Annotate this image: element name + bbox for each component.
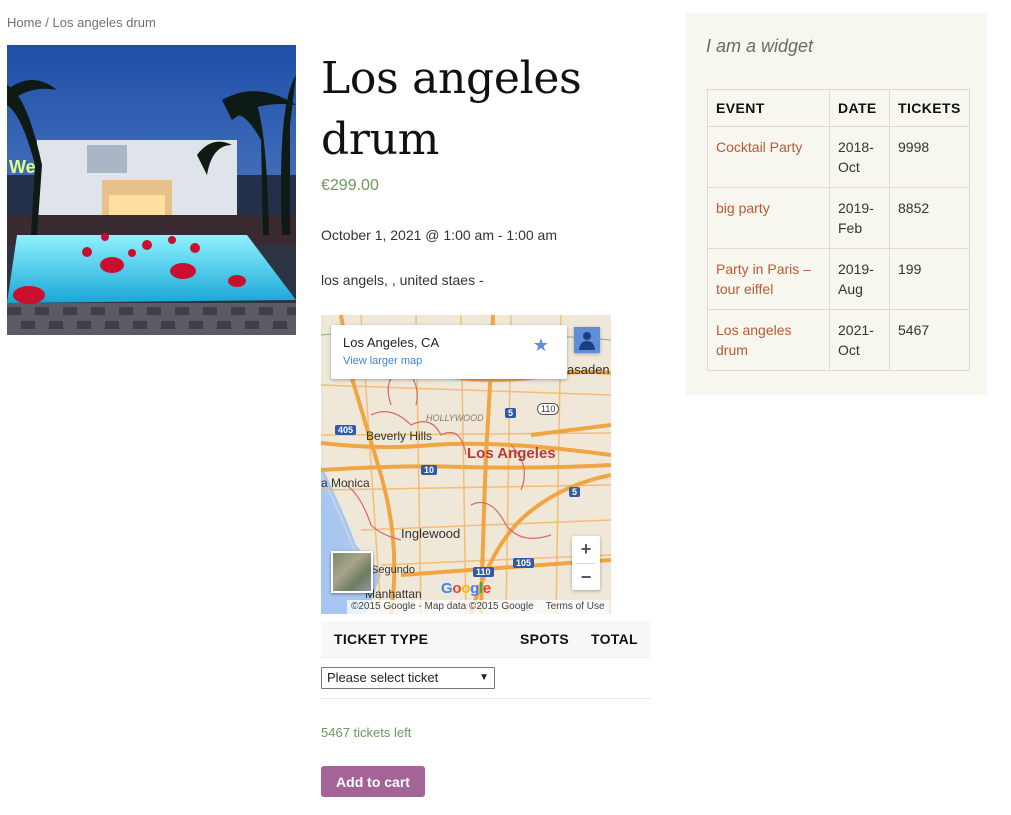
add-to-cart-button[interactable]: Add to cart (321, 766, 425, 797)
ticket-table: TICKET TYPE SPOTS TOTAL Please select ti… (321, 621, 650, 699)
breadcrumb-current: Los angeles drum (52, 15, 156, 30)
date-month: Feb (838, 220, 863, 236)
street-view-pegman-icon[interactable] (574, 327, 600, 353)
table-row: big party 2019- Feb 8852 (707, 187, 970, 249)
event-cell: Cocktail Party (707, 126, 830, 188)
event-name-line-2: tour eiffel (716, 281, 774, 297)
date-year: 2019- (838, 261, 874, 277)
breadcrumb-separator: / (41, 15, 53, 30)
date-cell: 2019- Aug (829, 248, 890, 310)
date-cell: 2019- Feb (829, 187, 890, 249)
col-total: TOTAL (591, 631, 638, 647)
map-data-attribution: ©2015 Google - Map data ©2015 Google (351, 601, 534, 612)
event-date: October 1, 2021 @ 1:00 am - 1:00 am (321, 227, 558, 243)
product-title: Los angeles drum (321, 48, 651, 170)
svg-text:We: We (9, 157, 36, 177)
event-link-cocktail-party[interactable]: Cocktail Party (716, 139, 802, 155)
events-table-header: EVENT DATE TICKETS (707, 89, 970, 127)
map-label-city: Los Angeles (467, 445, 556, 462)
event-link-party-in-paris[interactable]: Party in Paris – tour eiffel (716, 261, 811, 297)
product-price: €299.00 (321, 177, 379, 194)
map-label-manhattan: Manhattan (365, 587, 422, 601)
google-logo-letter: o (452, 580, 462, 597)
tickets-cell: 5467 (889, 309, 970, 371)
map-shield-r110: 110 (537, 403, 560, 415)
ticket-row: Please select ticket ▼ (321, 658, 650, 699)
map-label-hollywood: HOLLYWOOD (426, 413, 484, 423)
map-zoom-control: + − (572, 536, 600, 590)
terms-of-use-link[interactable]: Terms of Use (546, 601, 605, 612)
col-event: EVENT (707, 89, 830, 127)
google-logo-letter: e (482, 580, 491, 597)
product-summary: Los angeles drum €299.00 October 1, 2021… (321, 48, 651, 288)
google-map[interactable]: Los Angeles Beverly Hills HOLLYWOOD a Mo… (321, 315, 611, 614)
satellite-view-toggle[interactable] (331, 551, 373, 593)
col-tickets: TICKETS (889, 89, 970, 127)
breadcrumb-home-link[interactable]: Home (7, 15, 42, 30)
table-row: Party in Paris – tour eiffel 2019- Aug 199 (707, 248, 970, 310)
date-month: Aug (838, 281, 863, 297)
event-cell: Los angeles drum (707, 309, 830, 371)
pool-party-photo: We (7, 45, 296, 335)
product-title-line-2: drum (321, 114, 440, 165)
google-logo-letter: g (470, 580, 479, 597)
ticket-type-select[interactable]: Please select ticket ▼ (321, 667, 495, 689)
map-place-name: Los Angeles, CA (343, 335, 440, 350)
event-name-line-2: drum (716, 342, 748, 358)
google-logo: Google (441, 580, 491, 597)
map-label-santa-monica: a Monica (321, 476, 370, 490)
map-label-pasadena: asaden (567, 362, 610, 377)
table-row: Cocktail Party 2018- Oct 9998 (707, 126, 970, 188)
tickets-cell: 9998 (889, 126, 970, 188)
map-label-inglewood: Inglewood (401, 526, 461, 541)
map-shield-405: 405 (335, 425, 357, 435)
map-shield-5a: 5 (505, 408, 517, 418)
col-ticket-type: TICKET TYPE (334, 631, 429, 647)
date-cell: 2021- Oct (829, 309, 890, 371)
tickets-left: 5467 tickets left (321, 725, 412, 740)
map-shield-5b: 5 (569, 487, 581, 497)
map-label-segundo: Segundo (371, 564, 416, 576)
breadcrumb: Home / Los angeles drum (7, 15, 156, 30)
map-place-card: Los Angeles, CA View larger map ★ (331, 325, 567, 379)
google-logo-letter: o (461, 580, 471, 597)
sidebar-widget: I am a widget EVENT DATE TICKETS Cocktai… (686, 13, 987, 395)
table-row: Los angeles drum 2021- Oct 5467 (707, 309, 970, 371)
event-cell: big party (707, 187, 830, 249)
product-image[interactable]: We (7, 45, 296, 335)
dropdown-caret-icon: ▼ (479, 672, 489, 683)
event-name-line-1: Party in Paris – (716, 261, 811, 277)
person-icon (574, 327, 600, 353)
widget-title: I am a widget (706, 36, 814, 56)
zoom-out-button[interactable]: − (572, 564, 600, 591)
col-date: DATE (829, 89, 890, 127)
tickets-cell: 8852 (889, 187, 970, 249)
google-logo-letter: G (441, 580, 453, 597)
save-star-icon[interactable]: ★ (533, 335, 549, 356)
date-year: 2019- (838, 200, 874, 216)
date-year: 2021- (838, 322, 874, 338)
col-spots: SPOTS (520, 631, 569, 647)
event-link-los-angeles-drum[interactable]: Los angeles drum (716, 322, 792, 358)
map-shield-105: 105 (513, 558, 535, 568)
event-cell: Party in Paris – tour eiffel (707, 248, 830, 310)
map-label-beverly-hills: Beverly Hills (366, 429, 433, 443)
map-attribution: ©2015 Google - Map data ©2015 Google Term… (347, 600, 609, 614)
view-larger-map-link[interactable]: View larger map (343, 355, 422, 367)
event-location: los angels, , united staes - (321, 272, 484, 288)
map-shield-110: 110 (473, 567, 494, 577)
date-cell: 2018- Oct (829, 126, 890, 188)
zoom-in-button[interactable]: + (572, 536, 600, 563)
ticket-select-value: Please select ticket (327, 670, 439, 685)
date-month: Oct (838, 159, 860, 175)
event-name-line-1: Los angeles (716, 322, 792, 338)
date-year: 2018- (838, 139, 874, 155)
map-shield-10a: 10 (421, 465, 438, 475)
event-link-big-party[interactable]: big party (716, 200, 770, 216)
tickets-cell: 199 (889, 248, 970, 310)
date-month: Oct (838, 342, 860, 358)
product-title-line-1: Los angeles (321, 53, 582, 104)
ticket-table-header: TICKET TYPE SPOTS TOTAL (321, 621, 650, 658)
events-table: EVENT DATE TICKETS Cocktail Party 2018- O… (707, 89, 970, 371)
